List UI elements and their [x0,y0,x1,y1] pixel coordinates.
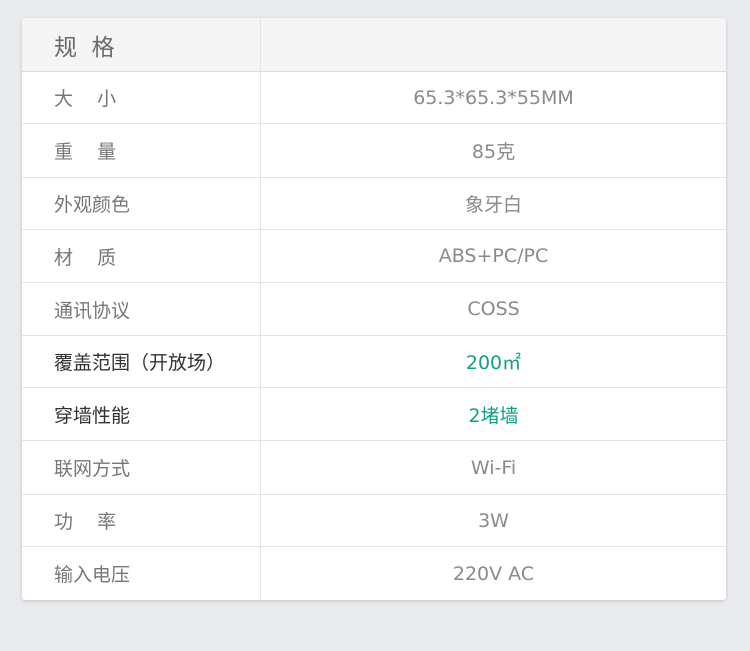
spec-label: 重 量 [22,124,261,177]
spec-label: 通讯协议 [22,283,261,335]
spec-value: 2堵墙 [468,404,519,427]
spec-label: 穿墙性能 [22,388,261,440]
spec-label: 联网方式 [22,441,261,494]
spec-row-power: 功 率 3W [22,495,726,547]
spec-row-protocol: 通讯协议 COSS [22,283,726,336]
spec-row-network: 联网方式 Wi-Fi [22,441,726,495]
spec-row-input-voltage: 输入电压 220V AC [22,547,726,600]
spec-value: Wi-Fi [470,456,517,479]
spec-row-material: 材 质 ABS+PC/PC [22,230,726,283]
spec-value: COSS [467,298,520,320]
spec-value: 象牙白 [464,194,522,216]
spec-label: 输入电压 [22,547,261,600]
spec-value: 85克 [471,141,516,163]
spec-label: 大 小 [22,72,261,123]
spec-value: 200㎡ [465,352,522,374]
spec-value: 3W [478,509,509,532]
spec-label: 材 质 [22,230,261,282]
header-label: 规 格 [22,18,261,71]
spec-row-weight: 重 量 85克 [22,124,726,178]
spec-row-color: 外观颜色 象牙白 [22,178,726,230]
spec-table: 规 格 大 小 65.3*65.3*55MM 重 量 85克 外观颜色 象牙白 … [22,18,726,600]
spec-label: 覆盖范围（开放场） [22,336,261,387]
header-value [261,18,726,71]
spec-row-size: 大 小 65.3*65.3*55MM [22,72,726,124]
spec-value: ABS+PC/PC [438,245,549,267]
spec-value: 220V AC [452,562,535,585]
spec-row-coverage: 覆盖范围（开放场） 200㎡ [22,336,726,388]
spec-label: 外观颜色 [22,178,261,229]
spec-row-wall-penetration: 穿墙性能 2堵墙 [22,388,726,441]
spec-value: 65.3*65.3*55MM [413,86,574,109]
spec-table-header: 规 格 [22,18,726,72]
spec-label: 功 率 [22,495,261,546]
